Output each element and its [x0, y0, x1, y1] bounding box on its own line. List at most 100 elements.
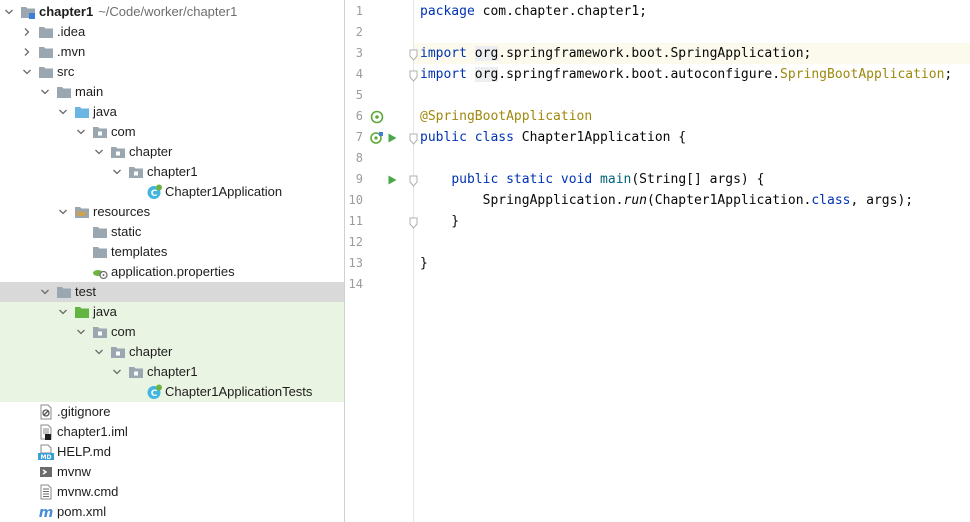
editor-gutter[interactable]: 1 2 3 4 5 6 7 8 9 10 11 12 13 14 [345, 0, 418, 522]
tree-item[interactable]: templates [0, 242, 344, 262]
code-token: org [474, 46, 499, 61]
chevron-down-icon[interactable] [74, 322, 88, 342]
line-number[interactable]: 13 [345, 253, 363, 274]
project-tree[interactable]: chapter1 ~/Code/worker/chapter1 .idea .mvn s… [0, 0, 344, 522]
package-icon [128, 364, 144, 380]
code-editor[interactable]: package com.chapter.chapter1; import org.… [415, 0, 970, 522]
tree-item[interactable]: application.properties [0, 262, 344, 282]
tree-item[interactable]: chapter1.iml [0, 422, 344, 442]
tree-item-label: templates [111, 244, 168, 259]
code-line[interactable]: import org.springframework.boot.SpringAp… [420, 43, 970, 64]
tree-item[interactable]: MD HELP.md [0, 442, 344, 462]
spring-run-icon[interactable] [370, 131, 384, 145]
run-icon[interactable] [385, 173, 399, 187]
code-line[interactable] [420, 148, 970, 169]
tree-item[interactable]: java [0, 302, 344, 322]
tree-item[interactable]: chapter [0, 142, 344, 162]
line-number[interactable]: 14 [345, 274, 363, 295]
package-icon [92, 124, 108, 140]
code-line[interactable]: public static void main(String[] args) { [420, 169, 970, 190]
project-path: ~/Code/worker/chapter1 [98, 4, 238, 19]
line-number[interactable]: 2 [345, 22, 363, 43]
chevron-down-icon[interactable] [92, 142, 106, 162]
code-line[interactable]: } [420, 211, 970, 232]
tree-item[interactable]: mvnw [0, 462, 344, 482]
code-token: } [420, 256, 428, 271]
tree-item[interactable]: .idea [0, 22, 344, 42]
line-number[interactable]: 9 [345, 169, 363, 190]
chevron-down-icon[interactable] [110, 362, 124, 382]
chevron-right-icon[interactable] [20, 42, 34, 62]
tree-item[interactable]: test [0, 282, 344, 302]
chevron-down-icon[interactable] [56, 302, 70, 322]
code-line[interactable] [420, 232, 970, 253]
source-root-icon [74, 104, 90, 120]
tree-item[interactable]: static [0, 222, 344, 242]
tree-item[interactable]: chapter1 [0, 362, 344, 382]
line-number[interactable]: 1 [345, 1, 363, 22]
code-line[interactable] [420, 274, 970, 295]
tree-item[interactable]: src [0, 62, 344, 82]
package-icon [110, 344, 126, 360]
tree-item[interactable]: java [0, 102, 344, 122]
spring-bean-icon[interactable] [370, 110, 384, 124]
folder-icon [38, 64, 54, 80]
code-line[interactable]: SpringApplication.run(Chapter1Applicatio… [420, 190, 970, 211]
chevron-down-icon[interactable] [38, 282, 52, 302]
tree-item[interactable]: mvnw.cmd [0, 482, 344, 502]
line-number[interactable]: 8 [345, 148, 363, 169]
folder-icon [92, 224, 108, 240]
code-line[interactable]: import org.springframework.boot.autoconf… [420, 64, 970, 85]
tree-item[interactable]: .gitignore [0, 402, 344, 422]
line-number[interactable]: 6 [345, 106, 363, 127]
code-token: } [420, 214, 460, 229]
tree-item-label: mvnw [57, 464, 91, 479]
tree-item[interactable]: .mvn [0, 42, 344, 62]
tree-item[interactable]: chapter [0, 342, 344, 362]
tree-item[interactable]: com [0, 122, 344, 142]
run-icon[interactable] [385, 131, 399, 145]
line-number[interactable]: 3 [345, 43, 363, 64]
spring-class-icon: C [146, 384, 162, 400]
chevron-down-icon[interactable] [92, 342, 106, 362]
tree-item-label: chapter [129, 344, 173, 359]
tree-item[interactable]: C Chapter1ApplicationTests [0, 382, 344, 402]
code-line[interactable]: package com.chapter.chapter1; [420, 1, 970, 22]
line-number[interactable]: 4 [345, 64, 363, 85]
tree-item[interactable]: C Chapter1Application [0, 182, 344, 202]
tree-item[interactable]: m pom.xml [0, 502, 344, 522]
chevron-down-icon[interactable] [56, 202, 70, 222]
tree-item[interactable]: chapter1 ~/Code/worker/chapter1 [0, 2, 344, 22]
chevron-down-icon[interactable] [74, 122, 88, 142]
line-number[interactable]: 11 [345, 211, 363, 232]
tree-item-label: application.properties [111, 264, 235, 279]
code-line[interactable]: public class Chapter1Application { [420, 127, 970, 148]
chevron-down-icon[interactable] [2, 2, 16, 22]
tree-item-label: .idea [57, 24, 86, 39]
tree-item[interactable]: chapter1 [0, 162, 344, 182]
line-number[interactable]: 12 [345, 232, 363, 253]
tree-item[interactable]: resources [0, 202, 344, 222]
resources-root-icon [74, 204, 90, 220]
code-line[interactable] [420, 22, 970, 43]
line-number[interactable]: 7 [345, 127, 363, 148]
line-number[interactable]: 10 [345, 190, 363, 211]
chevron-down-icon[interactable] [110, 162, 124, 182]
code-token: com.chapter.chapter1; [474, 4, 647, 19]
code-line[interactable]: } [420, 253, 970, 274]
tree-item[interactable]: main [0, 82, 344, 102]
chevron-down-icon[interactable] [56, 102, 70, 122]
line-number[interactable]: 5 [345, 85, 363, 106]
chevron-down-icon[interactable] [20, 62, 34, 82]
svg-text:C: C [151, 189, 158, 199]
spring-class-icon: C [146, 184, 162, 200]
shell-script-icon [38, 464, 54, 480]
chevron-down-icon[interactable] [38, 82, 52, 102]
folder-icon [38, 24, 54, 40]
code-line[interactable] [420, 85, 970, 106]
chevron-right-icon[interactable] [20, 22, 34, 42]
code-line[interactable]: @SpringBootApplication [420, 106, 970, 127]
tree-item[interactable]: com [0, 322, 344, 342]
